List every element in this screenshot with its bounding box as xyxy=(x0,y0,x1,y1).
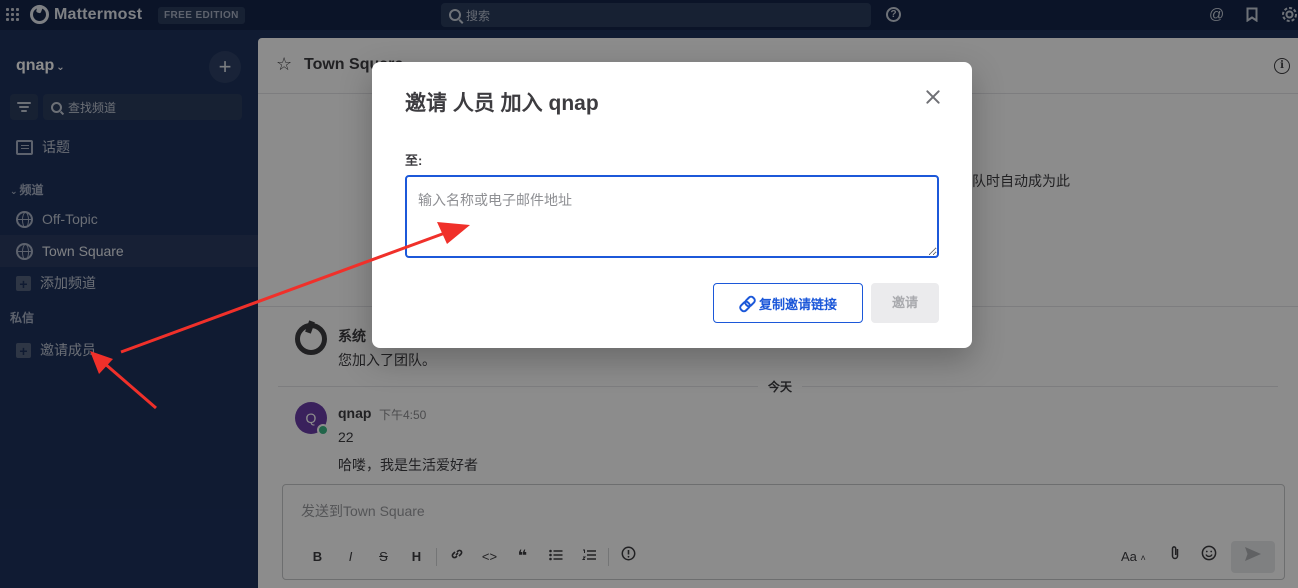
link-icon xyxy=(739,296,753,310)
invite-button[interactable]: 邀请 xyxy=(871,283,939,323)
invite-modal: 邀请 人员 加入 qnap 至: 复制邀请链接 邀请 xyxy=(372,62,972,348)
close-icon[interactable] xyxy=(922,86,944,108)
invite-recipients-input[interactable] xyxy=(405,175,939,258)
copy-invite-link-label: 复制邀请链接 xyxy=(758,296,837,312)
to-label: 至: xyxy=(405,153,423,168)
copy-invite-link-button[interactable]: 复制邀请链接 xyxy=(713,283,863,323)
modal-title: 邀请 人员 加入 qnap xyxy=(405,92,599,115)
